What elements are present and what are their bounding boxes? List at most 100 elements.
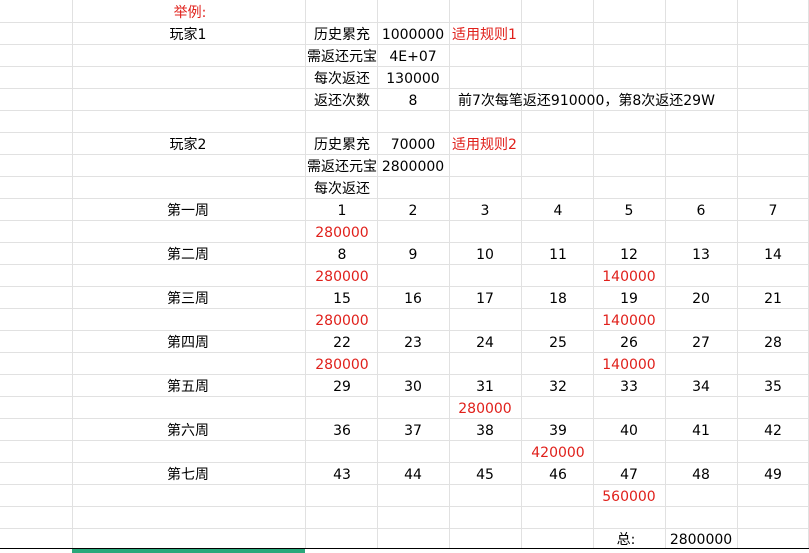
column-gridline xyxy=(72,0,73,553)
day-number: 31 xyxy=(476,379,494,395)
column-gridline xyxy=(593,0,594,553)
day-number: 37 xyxy=(404,423,422,439)
day-number: 30 xyxy=(404,379,422,395)
day-number: 35 xyxy=(764,379,782,395)
day-number: 13 xyxy=(692,247,710,263)
day-number: 43 xyxy=(333,467,351,483)
example-label: 举例: xyxy=(173,5,207,21)
column-gridline xyxy=(665,0,666,553)
day-number: 2 xyxy=(408,203,418,219)
day-number: 32 xyxy=(549,379,567,395)
day-number: 47 xyxy=(620,467,638,483)
day-number: 17 xyxy=(476,291,494,307)
day-number: 36 xyxy=(333,423,351,439)
row-gridline xyxy=(0,22,809,23)
row-gridline xyxy=(0,220,809,221)
player1-value-refund-count: 8 xyxy=(408,93,418,109)
day-number: 23 xyxy=(404,335,422,351)
payout-amount: 280000 xyxy=(458,401,512,417)
player1-label-refund-ingot: 需返还元宝 xyxy=(307,49,377,65)
day-number: 46 xyxy=(549,467,567,483)
column-gridline xyxy=(377,0,378,553)
day-number: 18 xyxy=(549,291,567,307)
day-number: 44 xyxy=(404,467,422,483)
selection-accent xyxy=(72,549,305,553)
day-number: 20 xyxy=(692,291,710,307)
week-label: 第五周 xyxy=(167,379,209,395)
day-number: 21 xyxy=(764,291,782,307)
day-number: 42 xyxy=(764,423,782,439)
day-number: 33 xyxy=(620,379,638,395)
day-number: 45 xyxy=(476,467,494,483)
payout-amount: 280000 xyxy=(315,269,369,285)
day-number: 9 xyxy=(408,247,418,263)
player1-label-refund-count: 返还次数 xyxy=(314,93,370,109)
payout-amount: 140000 xyxy=(602,313,656,329)
payout-amount: 280000 xyxy=(315,313,369,329)
day-number: 12 xyxy=(620,247,638,263)
column-gridline xyxy=(305,0,306,553)
week-label: 第一周 xyxy=(167,203,209,219)
day-number: 27 xyxy=(692,335,710,351)
week-label: 第三周 xyxy=(167,291,209,307)
player2-value-total-recharge: 70000 xyxy=(390,137,436,153)
day-number: 1 xyxy=(337,203,347,219)
day-number: 3 xyxy=(480,203,490,219)
row-gridline xyxy=(0,242,809,243)
day-number: 4 xyxy=(553,203,563,219)
week-label: 第二周 xyxy=(167,247,209,263)
day-number: 6 xyxy=(696,203,706,219)
player2-value-refund-ingot: 2800000 xyxy=(381,159,445,175)
row-gridline xyxy=(0,374,809,375)
day-number: 49 xyxy=(764,467,782,483)
day-number: 26 xyxy=(620,335,638,351)
day-number: 48 xyxy=(692,467,710,483)
player1-value-each-refund: 130000 xyxy=(386,71,440,87)
week-label: 第六周 xyxy=(167,423,209,439)
payout-amount: 140000 xyxy=(602,357,656,373)
row-gridline xyxy=(0,418,809,419)
row-gridline xyxy=(0,286,809,287)
row-gridline xyxy=(0,132,809,133)
day-number: 11 xyxy=(549,247,567,263)
week-label: 第七周 xyxy=(167,467,209,483)
day-number: 16 xyxy=(404,291,422,307)
player2-rule-note: 适用规则2 xyxy=(452,137,517,153)
day-number: 10 xyxy=(476,247,494,263)
day-number: 8 xyxy=(337,247,347,263)
day-number: 40 xyxy=(620,423,638,439)
player2-name: 玩家2 xyxy=(169,137,207,153)
payout-amount: 280000 xyxy=(315,357,369,373)
payout-amount: 420000 xyxy=(531,445,585,461)
player1-label-each-refund: 每次返还 xyxy=(314,71,370,87)
player1-value-total-recharge: 1000000 xyxy=(381,27,445,43)
row-gridline xyxy=(0,462,809,463)
player2-label-refund-ingot: 需返还元宝 xyxy=(307,159,377,175)
day-number: 38 xyxy=(476,423,494,439)
week-label: 第四周 xyxy=(167,335,209,351)
day-number: 29 xyxy=(333,379,351,395)
spreadsheet-grid: 举例: 玩家1 历史累充 1000000 适用规则1 需返还元宝 4E+07 每… xyxy=(0,0,809,553)
day-number: 41 xyxy=(692,423,710,439)
day-number: 28 xyxy=(764,335,782,351)
column-gridline xyxy=(737,0,738,553)
row-gridline xyxy=(0,198,809,199)
row-gridline xyxy=(0,264,809,265)
row-gridline xyxy=(0,506,809,507)
day-number: 19 xyxy=(620,291,638,307)
day-number: 39 xyxy=(549,423,567,439)
payout-amount: 560000 xyxy=(602,489,656,505)
day-number: 7 xyxy=(768,203,778,219)
player1-rule-note: 适用规则1 xyxy=(452,27,517,43)
player1-label-total-recharge: 历史累充 xyxy=(314,27,370,43)
player2-label-each-refund: 每次返还 xyxy=(314,181,370,197)
day-number: 34 xyxy=(692,379,710,395)
payout-amount: 280000 xyxy=(315,225,369,241)
column-gridline xyxy=(521,0,522,553)
day-number: 24 xyxy=(476,335,494,351)
column-gridline xyxy=(449,0,450,553)
payout-amount: 140000 xyxy=(602,269,656,285)
player1-name: 玩家1 xyxy=(169,27,207,43)
row-gridline xyxy=(0,330,809,331)
player1-value-refund-ingot: 4E+07 xyxy=(389,49,437,65)
